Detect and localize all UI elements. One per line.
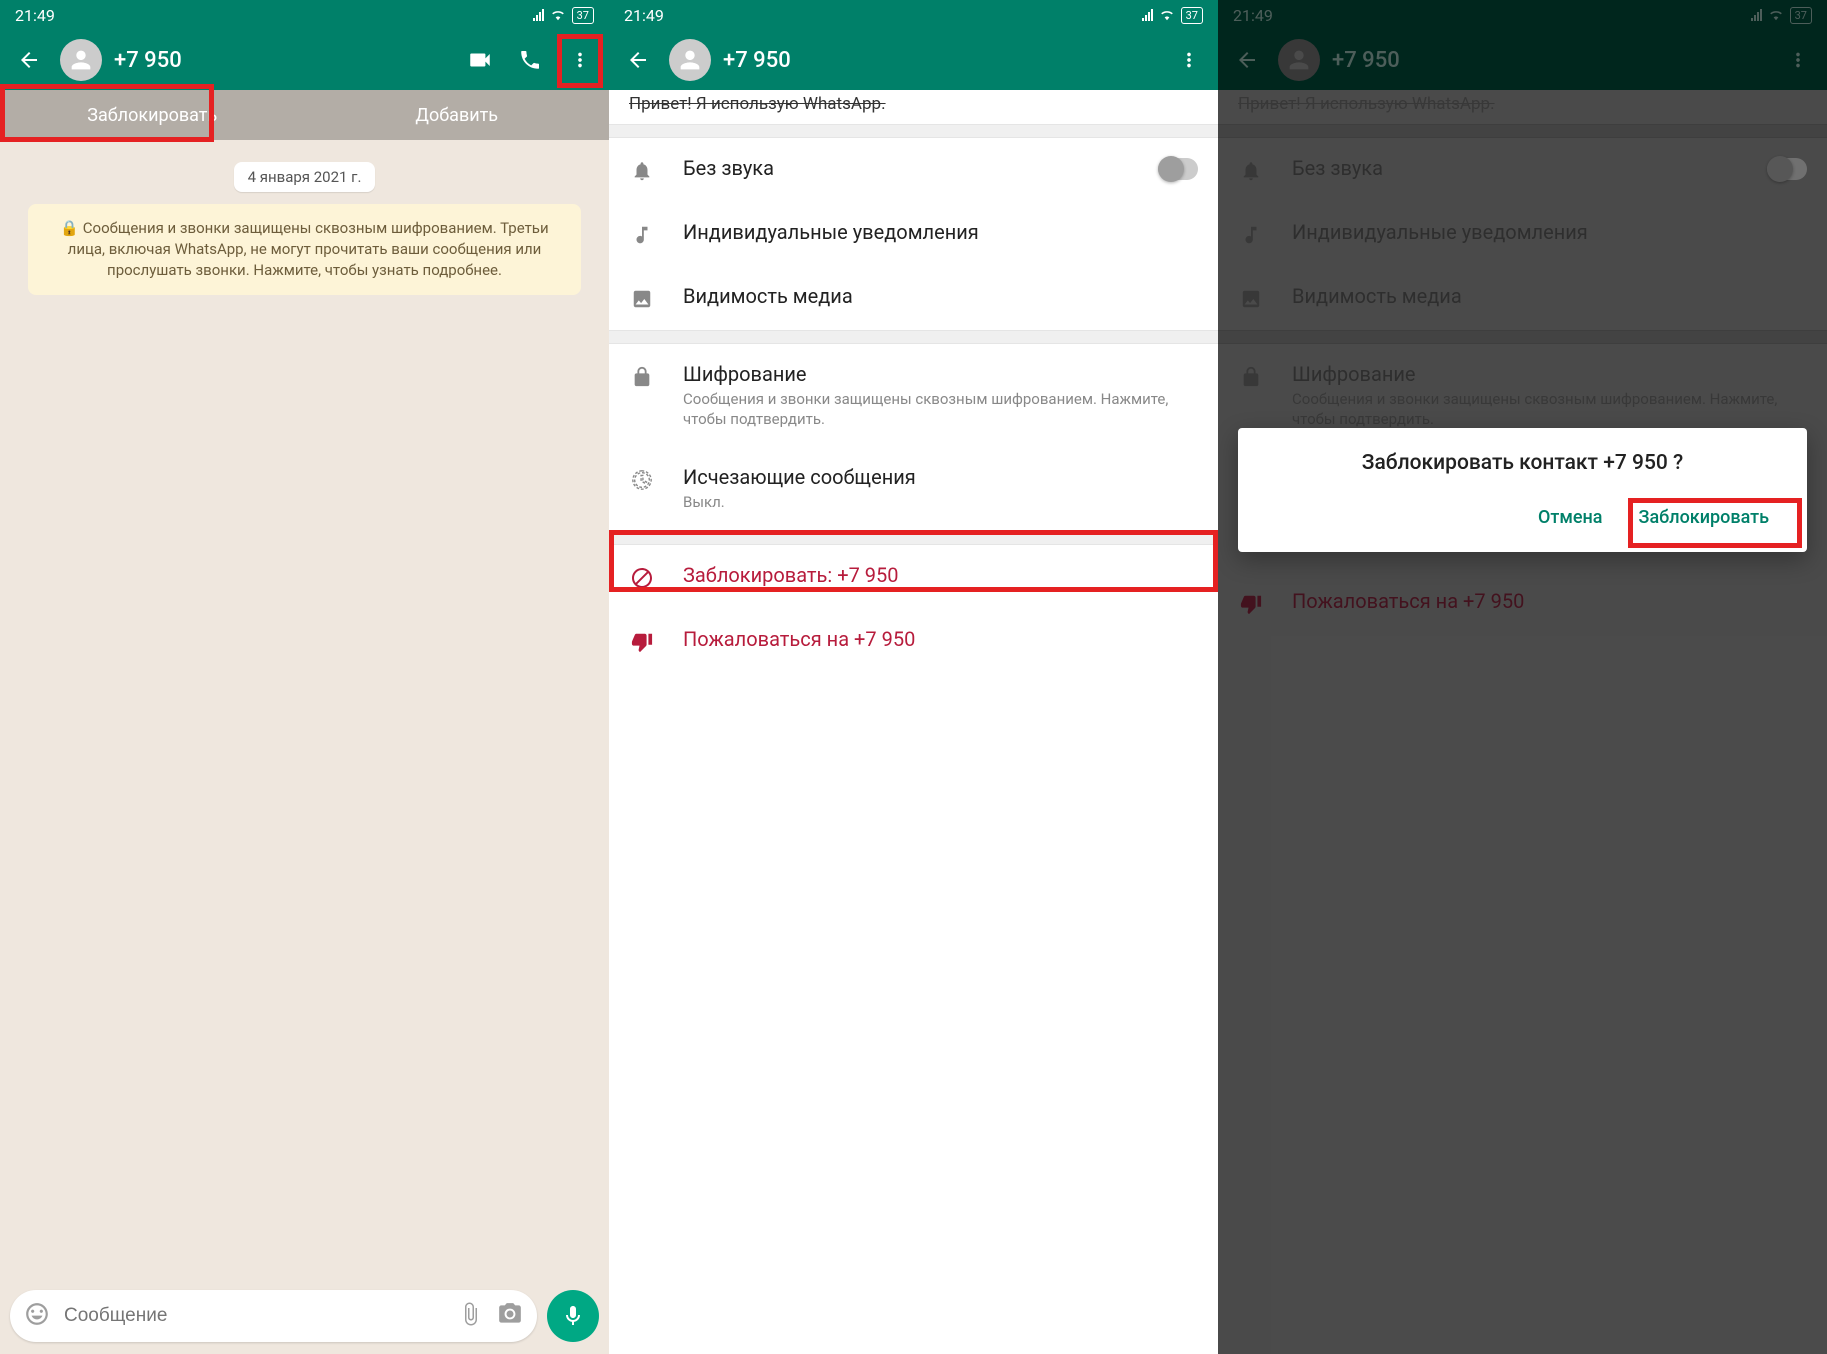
bell-icon: [629, 158, 655, 184]
app-bar: +7 950: [609, 30, 1218, 90]
voice-call-button[interactable]: [511, 41, 549, 79]
add-contact-button[interactable]: Добавить: [305, 90, 610, 140]
report-label: Пожаловаться на +7 950: [683, 627, 1198, 651]
mute-row[interactable]: Без звука: [609, 138, 1218, 202]
chat-title[interactable]: +7 950: [114, 48, 449, 73]
emoji-icon[interactable]: [24, 1301, 50, 1331]
contact-title[interactable]: +7 950: [723, 48, 1158, 73]
encryption-row[interactable]: Шифрование Сообщения и звонки защищены с…: [609, 344, 1218, 447]
date-divider: 4 января 2021 г.: [234, 162, 376, 192]
back-button[interactable]: [10, 41, 48, 79]
media-vis-label: Видимость медиа: [683, 284, 1198, 308]
disappearing-label: Исчезающие сообщения: [683, 465, 1198, 489]
battery-icon: 37: [1181, 7, 1203, 24]
dialog-cancel-button[interactable]: Отмена: [1524, 499, 1617, 536]
custom-notif-label: Индивидуальные уведомления: [683, 220, 1198, 244]
compose-bar: [10, 1290, 537, 1342]
signal-icon: [1142, 9, 1153, 21]
status-time: 21:49: [15, 6, 55, 25]
about-text: Привет! Я использую WhatsApp.: [609, 90, 1218, 124]
status-icons: 37: [533, 7, 594, 24]
image-icon: [629, 286, 655, 312]
attach-icon[interactable]: [459, 1302, 483, 1330]
status-icons: 37: [1142, 7, 1203, 24]
divider: [609, 531, 1218, 545]
divider: [609, 124, 1218, 138]
disappearing-sub: Выкл.: [683, 493, 1198, 513]
pane-confirm-dialog: 21:49 37 +7 950 Привет! Я использую What…: [1218, 0, 1827, 1354]
block-confirm-dialog: Заблокировать контакт +7 950 ? Отмена За…: [1238, 428, 1807, 552]
wifi-icon: [550, 8, 566, 22]
block-contact-row[interactable]: Заблокировать: +7 950: [609, 545, 1218, 609]
unknown-contact-actions: Заблокировать Добавить: [0, 90, 609, 140]
block-button[interactable]: Заблокировать: [0, 90, 305, 140]
custom-notifications-row[interactable]: Индивидуальные уведомления: [609, 202, 1218, 266]
report-contact-row[interactable]: Пожаловаться на +7 950: [609, 609, 1218, 673]
encryption-label: Шифрование: [683, 362, 1198, 386]
mute-label: Без звука: [683, 156, 1130, 180]
battery-icon: 37: [572, 7, 594, 24]
timer-icon: [629, 467, 655, 493]
block-icon: [629, 565, 655, 591]
music-note-icon: [629, 222, 655, 248]
status-bar: 21:49 37: [609, 0, 1218, 30]
lock-icon: [629, 364, 655, 390]
thumbs-down-icon: [629, 629, 655, 655]
mute-toggle[interactable]: [1158, 158, 1198, 180]
avatar[interactable]: [60, 39, 102, 81]
status-time: 21:49: [624, 6, 664, 25]
encryption-notice[interactable]: 🔒 Сообщения и звонки защищены сквозным ш…: [28, 204, 581, 295]
dialog-title: Заблокировать контакт +7 950 ?: [1262, 450, 1783, 477]
modal-backdrop[interactable]: [1218, 0, 1827, 1354]
more-options-button[interactable]: [1170, 41, 1208, 79]
pane-contact-info: 21:49 37 +7 950 Привет! Я использую What…: [609, 0, 1218, 1354]
avatar[interactable]: [669, 39, 711, 81]
back-button[interactable]: [619, 41, 657, 79]
message-input[interactable]: [64, 1305, 445, 1327]
block-label: Заблокировать: +7 950: [683, 563, 1198, 587]
signal-icon: [533, 9, 544, 21]
compose-row: [10, 1290, 599, 1342]
video-call-button[interactable]: [461, 41, 499, 79]
chat-body: Заблокировать Добавить 4 января 2021 г. …: [0, 90, 609, 1354]
wifi-icon: [1159, 8, 1175, 22]
camera-icon[interactable]: [497, 1301, 523, 1331]
pane-chat: 21:49 37 +7 950 Заблокировать Добавить 4…: [0, 0, 609, 1354]
encryption-sub: Сообщения и звонки защищены сквозным шиф…: [683, 390, 1198, 429]
media-visibility-row[interactable]: Видимость медиа: [609, 266, 1218, 330]
disappearing-row[interactable]: Исчезающие сообщения Выкл.: [609, 447, 1218, 531]
status-bar: 21:49 37: [0, 0, 609, 30]
divider: [609, 330, 1218, 344]
mic-button[interactable]: [547, 1290, 599, 1342]
more-options-button[interactable]: [561, 41, 599, 79]
app-bar: +7 950: [0, 30, 609, 90]
dialog-confirm-button[interactable]: Заблокировать: [1625, 499, 1783, 536]
contact-settings: Привет! Я использую WhatsApp. Без звука …: [609, 90, 1218, 1354]
